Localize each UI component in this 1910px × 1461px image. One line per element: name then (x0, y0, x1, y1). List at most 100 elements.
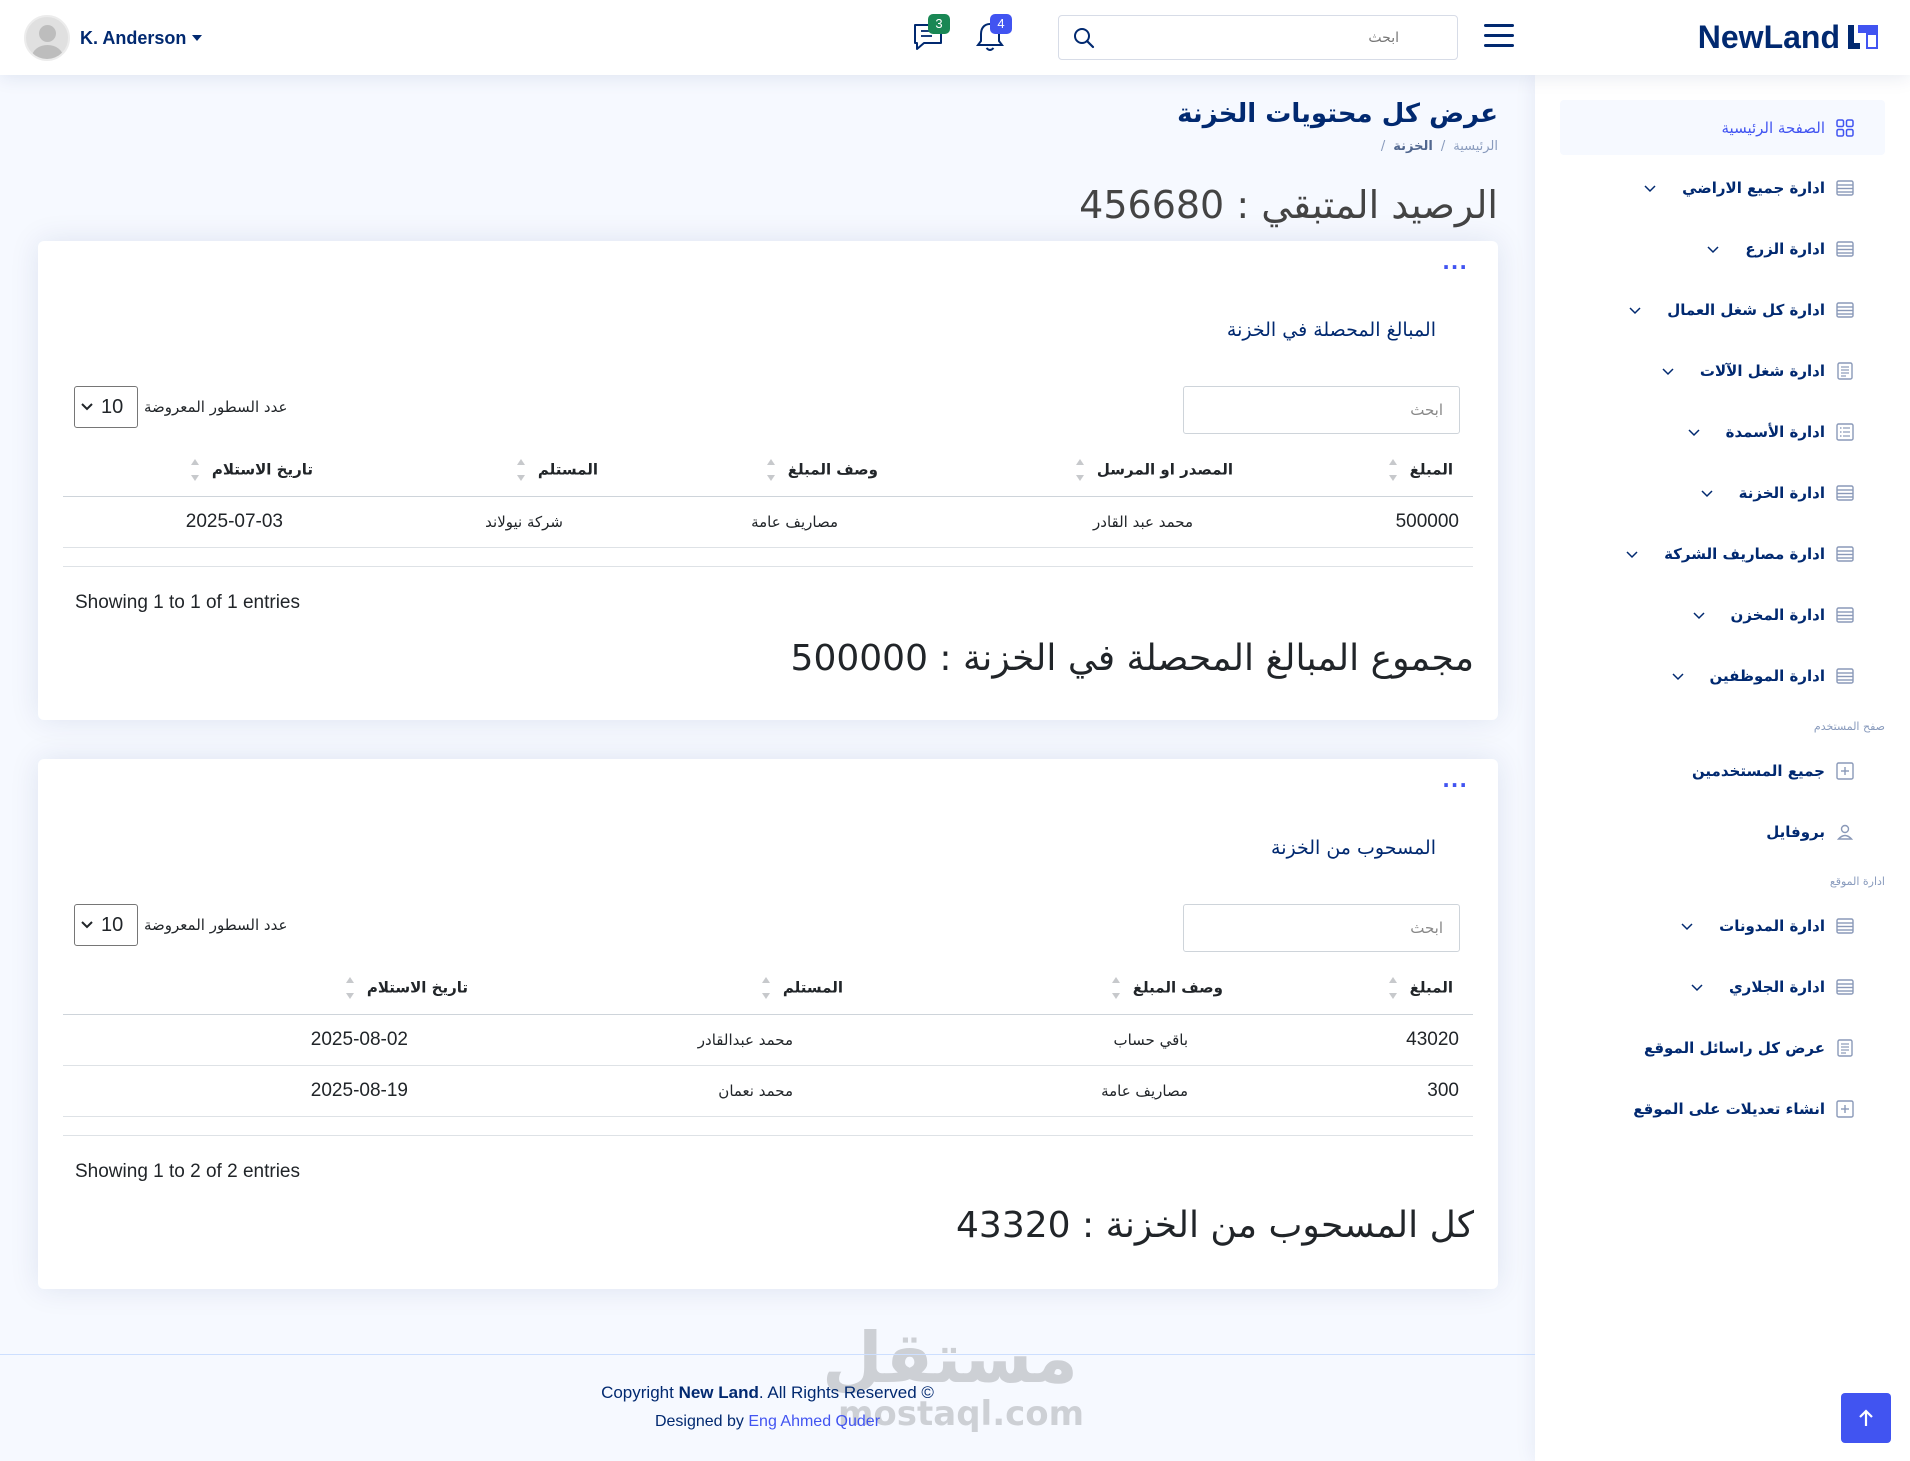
table-row: 43020 باقي حساب محمد عبدالقادر 2025-08-0… (63, 1014, 1473, 1066)
sidebar-item-label: ادارة المخزن (1730, 606, 1825, 624)
messages-button[interactable]: 3 (912, 14, 950, 54)
logo[interactable]: NewLand (1698, 14, 1880, 60)
notifications-button[interactable]: 4 (974, 14, 1012, 54)
withdrawn-card-title: المسحوب من الخزنة (1271, 837, 1436, 859)
sidebar-item-label: الصفحة الرئيسية (1721, 118, 1826, 137)
plus-square-icon (1835, 1099, 1855, 1119)
avatar (24, 15, 70, 61)
chevron-down-icon (1670, 668, 1686, 684)
sort-icon (1388, 455, 1398, 485)
chevron-down-icon (1642, 180, 1658, 196)
designer-link[interactable]: Eng Ahmed Quder (748, 1413, 880, 1430)
sidebar-item-site-messages[interactable]: عرض كل راسائل الموقع (1644, 1035, 1855, 1061)
sidebar-item-company-expenses[interactable]: ادارة مصاريف الشركة (1624, 541, 1855, 567)
column-header-date[interactable]: تاريخ الاستلام (63, 444, 333, 497)
search-input[interactable] (1109, 16, 1449, 59)
sidebar-heading-site: ادارة الموقع (1829, 875, 1885, 888)
income-search-input[interactable] (1183, 386, 1460, 434)
cell-amount: 43020 (1243, 1014, 1473, 1066)
cell-amount: 500000 (1253, 496, 1473, 548)
chevron-down-icon (1686, 424, 1702, 440)
chevron-down-icon (81, 403, 93, 411)
sidebar-item-treasury[interactable]: ادارة الخزنة (1699, 480, 1855, 506)
sidebar-item-fertilizers[interactable]: ادارة الأسمدة (1686, 419, 1855, 445)
designed-by: Designed by Eng Ahmed Quder (654, 1413, 881, 1430)
footer: Copyright New Land. All Rights Reserved … (0, 1354, 1535, 1461)
withdrawn-total: كل المسحوب من الخزنة : 43320 (956, 1205, 1474, 1246)
more-options-icon[interactable]: ... (1442, 252, 1468, 272)
sidebar-item-blogs[interactable]: ادارة المدونات (1679, 913, 1855, 939)
caret-down-icon (192, 35, 203, 41)
column-header-receiver[interactable]: المستلم (333, 444, 618, 497)
sidebar-item-all-users[interactable]: جميع المستخدمين (1692, 758, 1855, 784)
sidebar-item-label: ادارة الموظفين (1709, 667, 1825, 685)
sidebar-item-workers[interactable]: ادارة كل شغل العمال (1627, 297, 1855, 323)
remaining-balance: الرصيد المتبقي : 456680 (1079, 183, 1498, 227)
chevron-down-icon (1624, 546, 1640, 562)
column-header-source[interactable]: المصدر او المرسل (898, 444, 1253, 497)
cell-source: محمد عبد القادر (898, 496, 1253, 548)
breadcrumb-separator: / (1440, 139, 1446, 154)
notifications-badge: 4 (990, 14, 1012, 34)
sidebar-item-label: ادارة جميع الاراضي (1682, 179, 1825, 197)
cell-date: 2025-08-19 (63, 1065, 488, 1117)
logo-text: NewLand (1697, 18, 1840, 55)
layout-icon (1835, 666, 1855, 686)
sort-icon (1388, 973, 1398, 1003)
layout-icon (1835, 977, 1855, 997)
sidebar-item-profile[interactable]: بروفايل (1766, 819, 1855, 845)
withdrawn-table: المبلغ وصف المبلغ المستلم تاريخ الاستلام… (63, 962, 1473, 1117)
sidebar-item-label: عرض كل راسائل الموقع (1643, 1039, 1825, 1057)
withdrawn-search-input[interactable] (1183, 904, 1460, 952)
chevron-down-icon (81, 921, 93, 929)
sidebar-item-lands[interactable]: ادارة جميع الاراضي (1642, 175, 1855, 201)
layout-icon (1835, 178, 1855, 198)
chevron-down-icon (1627, 302, 1643, 318)
withdrawn-table-info: Showing 1 to 2 of 2 entries (75, 1161, 300, 1182)
footer-brand: New Land (678, 1383, 759, 1402)
column-header-description[interactable]: وصف المبلغ (863, 962, 1243, 1015)
column-header-receiver[interactable]: المستلم (488, 962, 863, 1015)
table-header-row: المبلغ وصف المبلغ المستلم تاريخ الاستلام (63, 962, 1473, 1015)
breadcrumb-home[interactable]: الرئيسية (1453, 139, 1498, 154)
layout-icon (1835, 300, 1855, 320)
income-length-value: 10 (101, 395, 124, 418)
arrow-up-icon (1859, 1409, 1873, 1426)
chevron-down-icon (1679, 918, 1695, 934)
messages-badge: 3 (928, 14, 950, 34)
sort-icon (766, 455, 776, 485)
sort-icon (1111, 973, 1121, 1003)
sidebar-item-crops[interactable]: ادارة الزرع (1705, 236, 1855, 262)
sidebar-item-home[interactable]: الصفحة الرئيسية (1560, 100, 1885, 155)
search-icon[interactable] (1073, 27, 1095, 49)
toggle-sidebar-icon[interactable] (1484, 24, 1514, 50)
sidebar-item-machines[interactable]: ادارة شغل الآلات (1660, 358, 1855, 384)
back-to-top-button[interactable] (1841, 1393, 1891, 1443)
withdrawn-length-select[interactable]: 10 (74, 904, 138, 946)
income-table-info: Showing 1 to 1 of 1 entries (75, 592, 300, 613)
withdrawn-length-control: 10 عدد السطور المعروضة (74, 904, 287, 946)
sidebar-item-warehouse[interactable]: ادارة المخزن (1691, 602, 1855, 628)
table-header-row: المبلغ المصدر او المرسل وصف المبلغ المست… (63, 444, 1473, 497)
sidebar-item-employees[interactable]: ادارة الموظفين (1670, 663, 1855, 689)
sidebar-item-site-edits[interactable]: انشاء تعديلات على الموقع (1633, 1096, 1855, 1122)
more-options-icon[interactable]: ... (1442, 770, 1468, 790)
sidebar-item-label: ادارة المدونات (1719, 917, 1825, 935)
table-row: 300 مصاريف عامة محمد نعمان 2025-08-19 (63, 1065, 1473, 1117)
sort-icon (190, 455, 200, 485)
income-length-select[interactable]: 10 (74, 386, 138, 428)
cell-receiver: محمد عبدالقادر (488, 1014, 863, 1066)
cell-amount: 300 (1243, 1065, 1473, 1117)
column-header-description[interactable]: وصف المبلغ (618, 444, 898, 497)
column-header-date[interactable]: تاريخ الاستلام (63, 962, 488, 1015)
sort-icon (761, 973, 771, 1003)
sidebar-item-gallery[interactable]: ادارة الجلاري (1689, 974, 1855, 1000)
column-header-amount[interactable]: المبلغ (1243, 962, 1473, 1015)
search-bar (1058, 15, 1458, 60)
grid-icon (1836, 118, 1854, 137)
column-header-amount[interactable]: المبلغ (1253, 444, 1473, 497)
profile-dropdown[interactable]: K. Anderson (24, 15, 203, 61)
sidebar-item-label: جميع المستخدمين (1691, 762, 1825, 780)
breadcrumb-current: الخزنة (1393, 139, 1433, 154)
cell-receiver: محمد نعمان (488, 1065, 863, 1117)
